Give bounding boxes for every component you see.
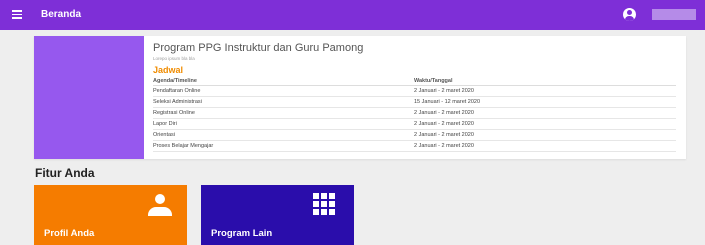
- profile-tile-button[interactable]: Profil Anda: [34, 185, 187, 245]
- agenda-cell: Pendaftaran Online: [153, 85, 414, 97]
- person-icon: [146, 194, 174, 218]
- page-title: Beranda: [41, 9, 82, 20]
- user-name-placeholder[interactable]: [652, 9, 696, 20]
- date-cell: 2 Januari - 2 maret 2020: [414, 107, 676, 119]
- table-row: Seleksi Administrasi 15 Januari - 12 mar…: [153, 96, 676, 108]
- other-programs-tile-label: Program Lain: [211, 228, 273, 239]
- top-app-bar: Beranda: [0, 0, 705, 30]
- account-circle-icon[interactable]: [623, 8, 636, 21]
- program-image: [34, 36, 144, 159]
- table-row: Lapor Diri 2 Januari - 2 maret 2020: [153, 118, 676, 130]
- features-heading: Fitur Anda: [35, 166, 95, 180]
- date-cell: 2 Januari - 2 maret 2020: [414, 129, 676, 141]
- apps-grid-icon: [313, 193, 335, 215]
- table-row: Orientasi 2 Januari - 2 maret 2020: [153, 129, 676, 141]
- menu-icon[interactable]: [12, 10, 22, 19]
- column-header-agenda: Agenda/Timeline: [153, 76, 414, 86]
- schedule-heading: Jadwal: [153, 65, 184, 75]
- agenda-cell: Lapor Diri: [153, 118, 414, 130]
- schedule-table: Agenda/Timeline Waktu/Tanggal Pendaftara…: [153, 76, 676, 152]
- table-header-row: Agenda/Timeline Waktu/Tanggal: [153, 76, 676, 86]
- date-cell: 2 Januari - 2 maret 2020: [414, 140, 676, 152]
- program-subtitle: Lorepo ipsum bla bla: [153, 56, 195, 61]
- agenda-cell: Registrasi Online: [153, 107, 414, 119]
- date-cell: 15 Januari - 12 maret 2020: [414, 96, 676, 108]
- date-cell: 2 Januari - 2 maret 2020: [414, 85, 676, 97]
- table-row: Pendaftaran Online 2 Januari - 2 maret 2…: [153, 85, 676, 97]
- date-cell: 2 Januari - 2 maret 2020: [414, 118, 676, 130]
- program-title: Program PPG Instruktur dan Guru Pamong: [153, 42, 364, 54]
- profile-tile-label: Profil Anda: [44, 228, 95, 239]
- column-header-date: Waktu/Tanggal: [414, 76, 676, 86]
- agenda-cell: Seleksi Administrasi: [153, 96, 414, 108]
- program-card: Program PPG Instruktur dan Guru Pamong L…: [34, 36, 686, 159]
- table-row: Registrasi Online 2 Januari - 2 maret 20…: [153, 107, 676, 119]
- agenda-cell: Proses Belajar Mengajar: [153, 140, 414, 152]
- table-row: Proses Belajar Mengajar 2 Januari - 2 ma…: [153, 140, 676, 152]
- other-programs-tile-button[interactable]: Program Lain: [201, 185, 354, 245]
- agenda-cell: Orientasi: [153, 129, 414, 141]
